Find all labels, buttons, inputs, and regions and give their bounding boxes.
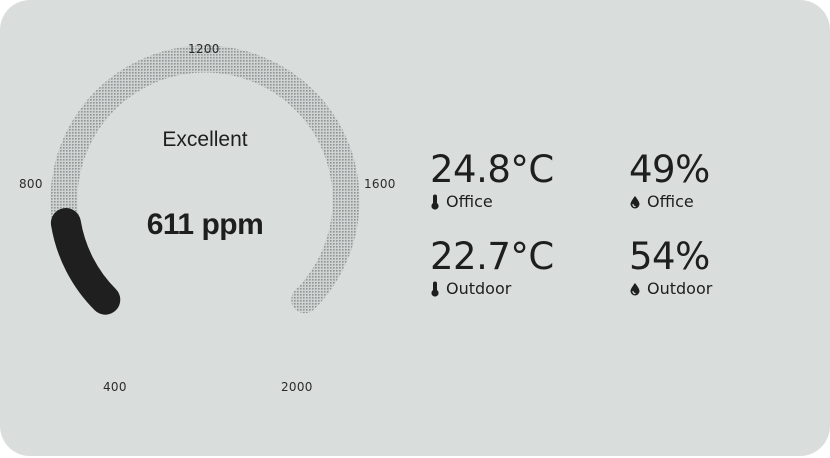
- co2-value: 611 ppm: [146, 208, 264, 241]
- sensor-readings: 24.8°C Office 49% Office 22.7°C Outdoor …: [430, 148, 790, 318]
- outdoor-temperature: 22.7°C Outdoor: [430, 235, 554, 299]
- air-quality-card: 1200 800 1600 400 2000 Excellent 611 ppm…: [0, 0, 830, 456]
- thermometer-icon: [430, 281, 440, 297]
- reading-label-row: Office: [430, 192, 554, 212]
- reading-label-row: Outdoor: [430, 279, 554, 299]
- thermometer-icon: [430, 194, 440, 210]
- tick-label-400: 400: [103, 380, 127, 394]
- gauge-track: [50, 45, 360, 314]
- location-label: Office: [647, 192, 694, 211]
- location-label: Office: [446, 192, 493, 211]
- humidity-value: 49%: [629, 148, 710, 191]
- tick-label-1600: 1600: [364, 177, 396, 191]
- location-label: Outdoor: [446, 279, 512, 298]
- tick-label-2000: 2000: [281, 380, 313, 394]
- humidity-drop-icon: [629, 282, 641, 296]
- office-humidity: 49% Office: [629, 148, 710, 212]
- tick-label-1200: 1200: [188, 42, 220, 56]
- temperature-value: 22.7°C: [430, 235, 554, 278]
- co2-gauge: 1200 800 1600 400 2000 Excellent 611 ppm: [0, 0, 420, 456]
- office-temperature: 24.8°C Office: [430, 148, 554, 212]
- temperature-value: 24.8°C: [430, 148, 554, 191]
- reading-label-row: Outdoor: [629, 279, 712, 299]
- air-quality-status: Excellent: [162, 128, 248, 151]
- tick-label-800: 800: [19, 177, 43, 191]
- location-label: Outdoor: [647, 279, 713, 298]
- humidity-value: 54%: [629, 235, 710, 278]
- outdoor-humidity: 54% Outdoor: [629, 235, 712, 299]
- humidity-drop-icon: [629, 195, 641, 209]
- reading-label-row: Office: [629, 192, 710, 212]
